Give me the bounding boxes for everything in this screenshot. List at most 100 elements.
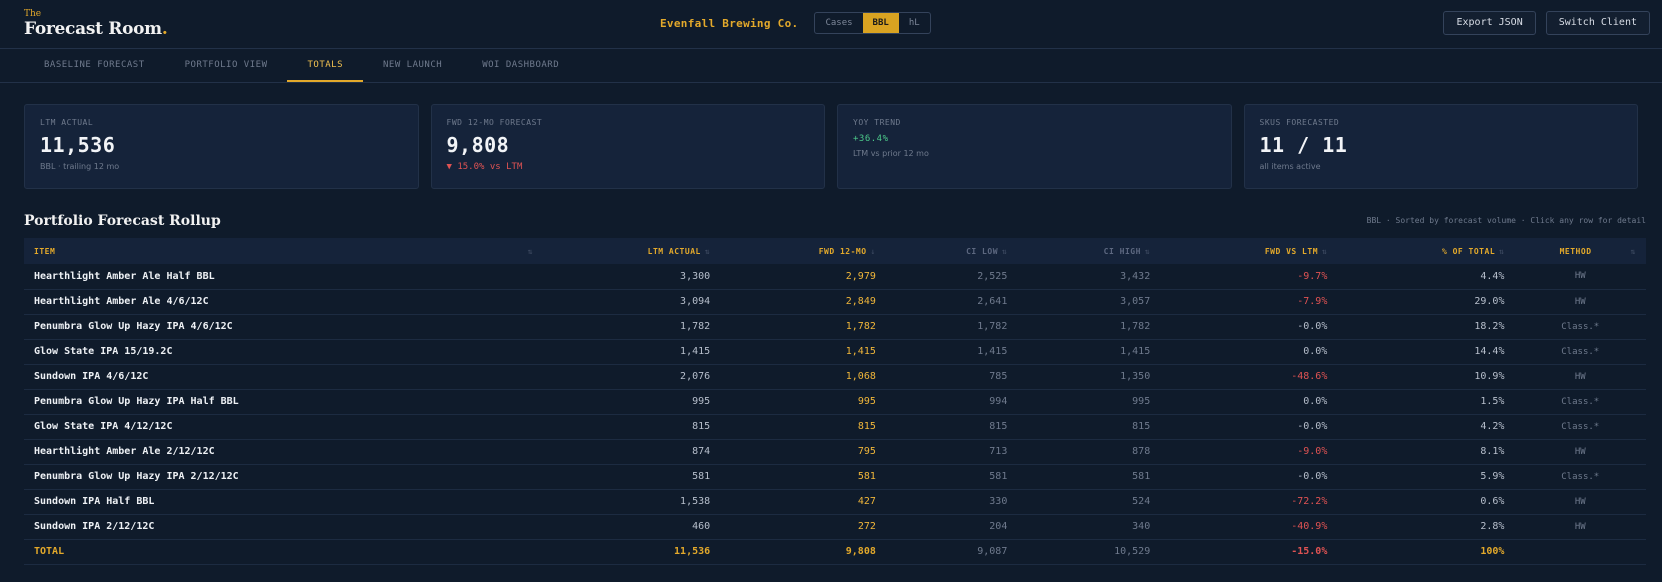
cell-fwd-12mo: 1,782 <box>720 314 886 340</box>
cell-ci-high: 524 <box>1017 489 1161 515</box>
cell-method: Class.* <box>1514 314 1646 340</box>
cell-method: HW <box>1514 364 1646 390</box>
table-total-row: TOTAL 11,536 9,808 9,087 10,529 -15.0% 100% <box>24 539 1646 565</box>
kpi-label: SKUS FORECASTED <box>1259 118 1340 127</box>
cell-method: Class.* <box>1514 339 1646 365</box>
brand-the: The <box>24 9 42 19</box>
brand-name: Forecast Room. <box>24 19 168 39</box>
table-row[interactable]: Sundown IPA 2/12/12C 460 272 204 340 -40.9% 2.… <box>24 514 1646 540</box>
tab-baseline-forecast[interactable]: BASELINE FORECAST <box>24 49 165 82</box>
top-actions: Export JSON Switch Client <box>1443 11 1650 35</box>
cell-ci-low: 785 <box>885 364 1018 390</box>
cell-fwd-vs-ltm: -72.2% <box>1160 489 1338 515</box>
cell-ltm-actual: 1,538 <box>543 489 721 515</box>
table-row[interactable]: Glow State IPA 15/19.2C 1,415 1,415 1,415 1,… <box>24 339 1646 365</box>
cell-fwd-12mo: 581 <box>720 464 886 490</box>
cell-item: Penumbra Glow Up Hazy IPA 2/12/12C <box>24 464 544 490</box>
cell-item: Sundown IPA 4/6/12C <box>24 364 544 390</box>
kpi-value: 11,536 <box>40 133 116 157</box>
kpi-value: 9,808 <box>446 133 510 157</box>
cell-fwd-12mo: 1,068 <box>720 364 886 390</box>
cell-fwd-vs-ltm: -0.0% <box>1160 464 1338 490</box>
cell-ltm-actual: 2,076 <box>543 364 721 390</box>
cell-ci-high: 1,782 <box>1017 314 1161 340</box>
cell-ci-low: 204 <box>885 514 1018 540</box>
cell-fwd-vs-ltm: -48.6% <box>1160 364 1338 390</box>
unit-cases-button[interactable]: Cases <box>815 13 862 33</box>
cell-ci-high: 3,057 <box>1017 289 1161 315</box>
table-row[interactable]: Glow State IPA 4/12/12C 815 815 815 815 -0.0%… <box>24 414 1646 440</box>
cell-fwd-12mo: 9,808 <box>720 539 886 565</box>
table-row[interactable]: Sundown IPA Half BBL 1,538 427 330 524 -72.2%… <box>24 489 1646 515</box>
col-header-ltm-actual[interactable]: LTM ACTUAL ⇅ <box>543 238 720 264</box>
cell-pct-total: 18.2% <box>1337 314 1515 340</box>
cell-ci-low: 2,525 <box>885 264 1018 290</box>
cell-item: Glow State IPA 15/19.2C <box>24 339 544 365</box>
sort-icon: ⇅ <box>527 246 534 256</box>
cell-ci-low: 330 <box>885 489 1018 515</box>
col-header-fwd-12mo[interactable]: FWD 12-MO ↓ <box>720 238 886 264</box>
cell-ci-low: 1,415 <box>885 339 1018 365</box>
cell-method: HW <box>1514 289 1646 315</box>
brand-logo[interactable]: The Forecast Room. <box>24 9 168 39</box>
table-row[interactable]: Hearthlight Amber Ale Half BBL 3,300 2,979… <box>24 264 1646 290</box>
table-row[interactable]: Penumbra Glow Up Hazy IPA 2/12/12C 581 581… <box>24 464 1646 490</box>
cell-pct-total: 10.9% <box>1337 364 1515 390</box>
cell-fwd-vs-ltm: -40.9% <box>1160 514 1338 540</box>
kpi-row: LTM ACTUAL 11,536 BBL · trailing 12 mo F… <box>0 83 1662 189</box>
sort-icon: ⇅ <box>1630 246 1636 256</box>
tab-woi-dashboard[interactable]: WOI DASHBOARD <box>462 49 579 82</box>
table-row[interactable]: Penumbra Glow Up Hazy IPA Half BBL 995 995… <box>24 389 1646 415</box>
unit-bbl-button[interactable]: BBL <box>862 13 899 33</box>
cell-method: HW <box>1514 489 1646 515</box>
cell-ci-high: 340 <box>1017 514 1161 540</box>
table-row[interactable]: Sundown IPA 4/6/12C 2,076 1,068 785 1,350 -48… <box>24 364 1646 390</box>
table-row[interactable]: Hearthlight Amber Ale 2/12/12C 874 795 713 8… <box>24 439 1646 465</box>
cell-ltm-actual: 11,536 <box>543 539 721 565</box>
cell-ci-low: 815 <box>885 414 1018 440</box>
col-header-fwd-vs-ltm[interactable]: FWD VS LTM ⇅ <box>1160 238 1337 264</box>
export-json-button[interactable]: Export JSON <box>1443 11 1536 35</box>
section-header: Portfolio Forecast Rollup BBL · Sorted b… <box>0 189 1662 230</box>
cell-pct-total: 0.6% <box>1337 489 1515 515</box>
cell-pct-total: 1.5% <box>1337 389 1515 415</box>
cell-item: Glow State IPA 4/12/12C <box>24 414 544 440</box>
table-row[interactable]: Hearthlight Amber Ale 4/6/12C 3,094 2,849 2… <box>24 289 1646 315</box>
col-header-method[interactable]: METHOD ⇅ <box>1514 238 1646 264</box>
section-note: BBL · Sorted by forecast volume · Click … <box>1366 216 1646 225</box>
cell-ci-high: 581 <box>1017 464 1161 490</box>
cell-method: Class.* <box>1514 414 1646 440</box>
cell-ci-high: 1,350 <box>1017 364 1161 390</box>
cell-fwd-vs-ltm: 0.0% <box>1160 389 1338 415</box>
col-header-ci-low[interactable]: CI LOW ⇅ <box>886 238 1017 264</box>
cell-fwd-vs-ltm: -15.0% <box>1160 539 1338 565</box>
tab-totals[interactable]: TOTALS <box>287 49 363 82</box>
cell-pct-total: 8.1% <box>1337 439 1515 465</box>
cell-fwd-vs-ltm: -9.7% <box>1160 264 1338 290</box>
cell-method: HW <box>1514 439 1646 465</box>
cell-ci-high: 995 <box>1017 389 1161 415</box>
switch-client-button[interactable]: Switch Client <box>1545 11 1650 35</box>
col-header-item[interactable]: ITEM ⇅ <box>24 238 543 264</box>
unit-hl-button[interactable]: hL <box>899 13 930 33</box>
table-body: Hearthlight Amber Ale Half BBL 3,300 2,979… <box>24 264 1646 565</box>
col-header-pct-total[interactable]: % OF TOTAL ⇅ <box>1337 238 1514 264</box>
cell-ltm-actual: 874 <box>543 439 721 465</box>
cell-method: HW <box>1514 514 1646 540</box>
tab-new-launch[interactable]: NEW LAUNCH <box>363 49 462 82</box>
col-header-ci-high[interactable]: CI HIGH ⇅ <box>1017 238 1160 264</box>
tab-portfolio-view[interactable]: PORTFOLIO VIEW <box>165 49 288 82</box>
cell-pct-total: 29.0% <box>1337 289 1515 315</box>
kpi-sub: all items active <box>1259 162 1321 171</box>
cell-item: Penumbra Glow Up Hazy IPA Half BBL <box>24 389 544 415</box>
table-row[interactable]: Penumbra Glow Up Hazy IPA 4/6/12C 1,782 1,… <box>24 314 1646 340</box>
client-name: Evenfall Brewing Co. <box>660 16 799 30</box>
cell-ci-high: 815 <box>1017 414 1161 440</box>
client-unit-group: Evenfall Brewing Co. Cases BBL hL <box>660 12 931 34</box>
kpi-label: LTM ACTUAL <box>40 118 94 127</box>
cell-ltm-actual: 3,300 <box>543 264 721 290</box>
sort-icon: ⇅ <box>704 246 711 256</box>
cell-item: Hearthlight Amber Ale 4/6/12C <box>24 289 544 315</box>
kpi-sub: LTM vs prior 12 mo <box>853 149 929 158</box>
kpi-value: +36.4% <box>853 134 889 144</box>
